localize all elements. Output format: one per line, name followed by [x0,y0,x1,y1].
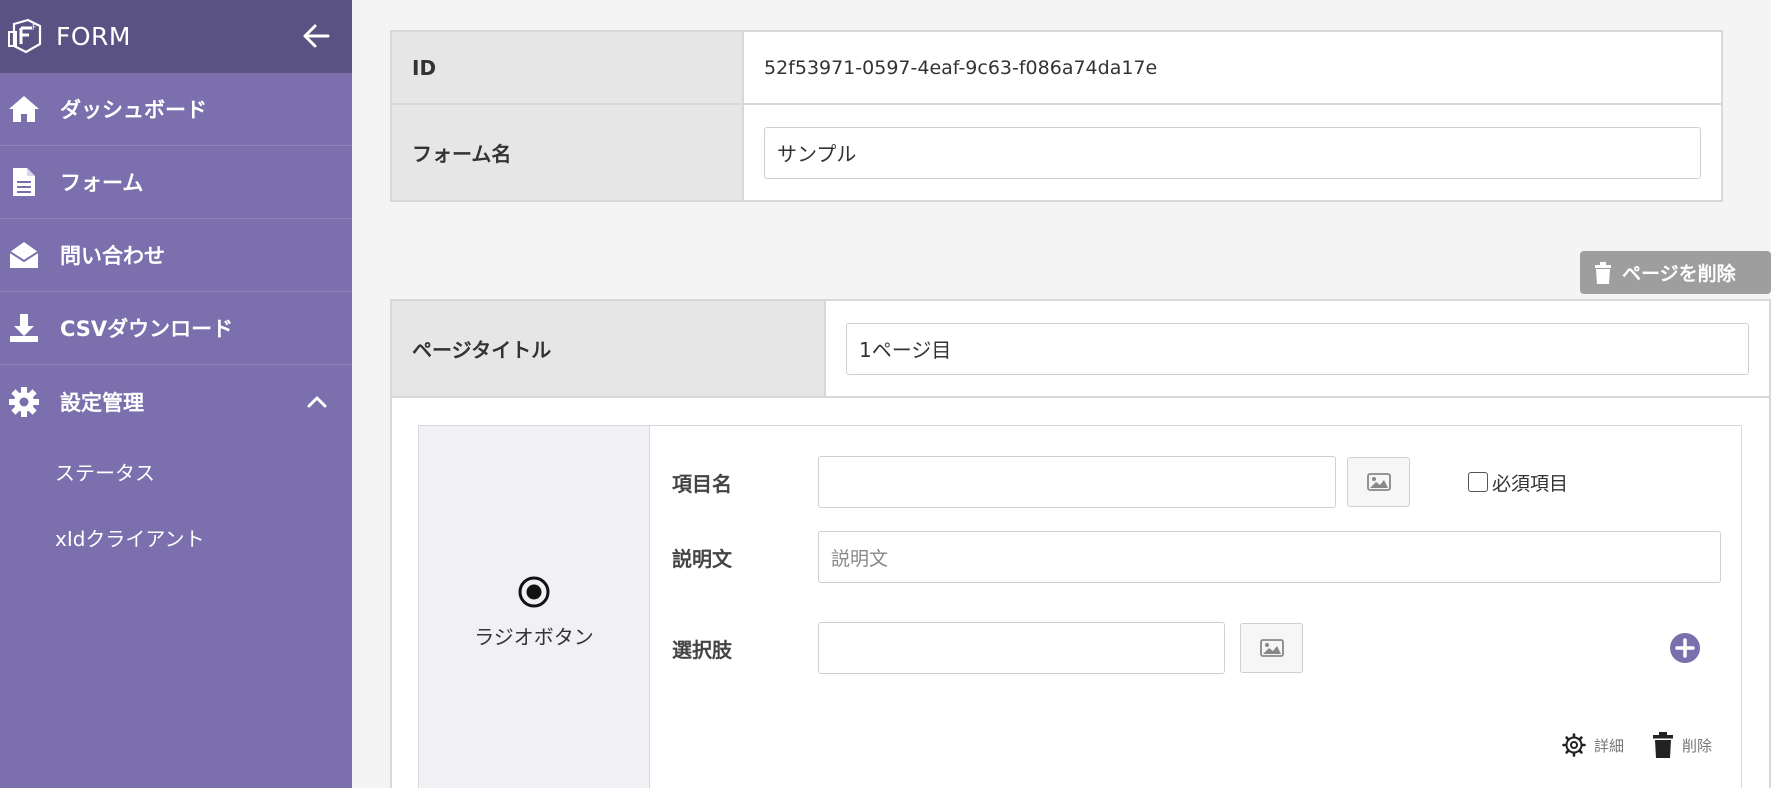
form-name-input[interactable]: サンプル [764,126,1701,179]
required-checkbox-box[interactable] [1468,472,1488,492]
sidebar-item-forms[interactable]: フォーム [0,146,352,219]
form-id-label: ID [392,32,744,103]
image-icon [1259,639,1284,657]
delete-page-button[interactable]: ページを削除 [1580,251,1771,294]
svg-text:F: F [32,23,37,32]
sidebar-item-dashboard[interactable]: ダッシュボード [0,73,352,146]
sidebar-item-label: CSVダウンロード [60,317,234,341]
envelope-icon [6,237,42,273]
sidebar-item-label: 設定管理 [60,390,144,415]
home-icon [6,91,42,127]
delete-page-label: ページを削除 [1622,263,1736,285]
item-description-input[interactable]: 説明文 [818,531,1721,583]
add-option-button[interactable] [1669,632,1701,664]
sidebar-item-label: 問い合わせ [60,244,165,268]
item-type-panel: ラジオボタン [419,426,650,788]
form-name-row: フォーム名 サンプル [392,105,1721,200]
page-panel: ページタイトル 1ページ目 ラジオボタン 項目名 必須項目 説明文 説明文 選択… [390,299,1771,788]
option-input[interactable] [818,622,1225,674]
form-logo-icon: F [8,18,42,53]
sidebar-item-label: ダッシュボード [60,98,207,122]
item-description-row: 説明文 説明文 [672,531,1721,583]
item-delete-button[interactable]: 削除 [1652,732,1712,758]
required-label: 必須項目 [1492,472,1569,495]
image-icon [1366,473,1391,491]
item-options-row: 選択肢 [672,622,1303,674]
item-options-label: 選択肢 [672,637,732,662]
trash-icon [1595,261,1611,284]
item-body: 項目名 必須項目 説明文 説明文 選択肢 詳細 削除 [650,426,1741,788]
brand-title: FORM [56,22,131,51]
description-placeholder: 説明文 [831,547,889,570]
form-name-label: フォーム名 [392,105,744,200]
form-name-cell: サンプル [744,105,1721,200]
option-image-button[interactable] [1240,623,1303,673]
item-delete-label: 削除 [1682,736,1713,755]
item-type-label: ラジオボタン [474,625,594,649]
form-id-value: 52f53971-0597-4eaf-9c63-f086a74da17e [764,56,1158,79]
sidebar-item-inquiries[interactable]: 問い合わせ [0,219,352,292]
chevron-up-icon[interactable] [306,391,328,413]
main-content: ID 52f53971-0597-4eaf-9c63-f086a74da17e … [352,0,1771,788]
item-description-label: 説明文 [672,546,732,571]
sidebar-item-csv-download[interactable]: CSVダウンロード [0,292,352,365]
form-item-card: ラジオボタン 項目名 必須項目 説明文 説明文 選択肢 詳細 削除 [418,425,1742,788]
form-id-row: ID 52f53971-0597-4eaf-9c63-f086a74da17e [392,32,1721,105]
radio-button-icon [518,576,550,608]
sidebar-subitem-xid-client[interactable]: xIdクライアント [0,504,352,570]
page-title-cell: 1ページ目 [826,301,1769,396]
sidebar: F FORM ダッシュボード フォーム 問い合わせ CSVダウンロード 設定管理… [0,0,352,788]
page-title-row: ページタイトル 1ページ目 [392,301,1769,398]
sidebar-header: F FORM [0,0,352,73]
item-detail-label: 詳細 [1594,736,1625,755]
page-title-input[interactable]: 1ページ目 [846,322,1749,375]
item-name-image-button[interactable] [1347,457,1410,507]
sidebar-item-label: フォーム [60,171,144,195]
document-icon [6,164,42,200]
form-info-table: ID 52f53971-0597-4eaf-9c63-f086a74da17e … [390,30,1723,202]
sidebar-item-settings[interactable]: 設定管理 [0,365,352,438]
download-icon [6,310,42,346]
sidebar-subitem-status[interactable]: ステータス [0,438,352,504]
gear-icon [6,384,42,420]
gear-outline-icon [1562,733,1586,757]
page-title-label: ページタイトル [392,301,826,396]
item-actions: 詳細 削除 [1562,732,1712,758]
trash-icon [1653,732,1674,758]
back-arrow-icon[interactable] [300,20,332,52]
item-name-input[interactable] [818,456,1336,508]
item-name-row: 項目名 必須項目 [672,456,1568,508]
item-detail-button[interactable]: 詳細 [1562,733,1624,757]
required-checkbox[interactable]: 必須項目 [1468,469,1568,496]
item-name-label: 項目名 [672,471,732,496]
